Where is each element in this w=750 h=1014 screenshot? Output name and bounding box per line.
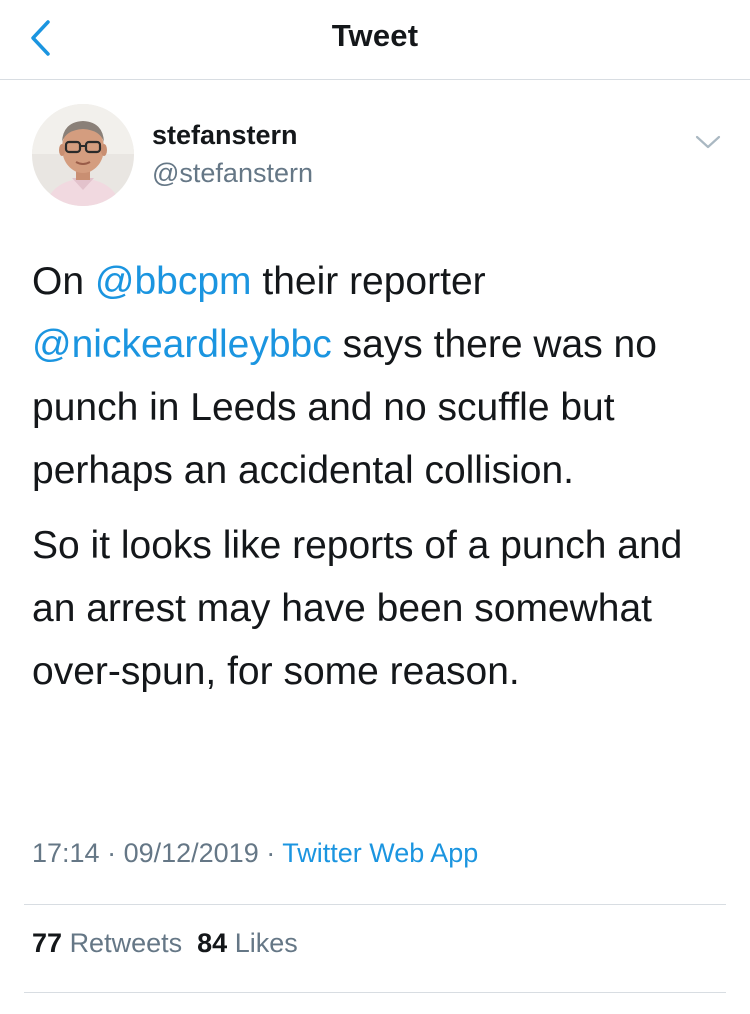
tweet-time: 17:14 [32, 838, 100, 868]
retweets-count: 77 [32, 928, 63, 958]
retweets-label: Retweets [69, 928, 183, 958]
mention-link[interactable]: @bbcpm [95, 260, 252, 303]
tweet-paragraph: So it looks like reports of a punch and … [32, 524, 683, 693]
likes-stat[interactable]: 84 Likes [197, 928, 298, 958]
page-title: Tweet [331, 18, 419, 53]
tweet-body: On @bbcpm their reporter @nickeardleybbc… [32, 250, 722, 703]
likes-count: 84 [197, 928, 228, 958]
divider [24, 904, 726, 905]
author-display-name[interactable]: stefanstern [152, 120, 298, 151]
meta-separator: · [99, 838, 124, 868]
likes-label: Likes [234, 928, 298, 958]
tweet-text-segment: On [32, 260, 95, 303]
tweet-text-segment: their reporter [251, 260, 486, 303]
tweet-paragraph: On @bbcpm their reporter @nickeardleybbc… [32, 250, 722, 502]
tweet-source-link[interactable]: Twitter Web App [282, 838, 478, 868]
tweet-stats: 77 Retweets 84 Likes [32, 928, 298, 959]
tweet-metadata: 17:14 · 09/12/2019 · Twitter Web App [32, 838, 478, 869]
meta-separator: · [258, 838, 283, 868]
chevron-down-icon [695, 135, 721, 149]
top-nav-bar: Tweet [0, 0, 750, 80]
tweet-options-button[interactable] [694, 128, 722, 156]
tweet-author: stefanstern @stefanstern [32, 104, 722, 208]
author-handle: @stefanstern [152, 158, 313, 188]
avatar[interactable] [32, 104, 134, 206]
avatar-image [32, 104, 134, 206]
retweets-stat[interactable]: 77 Retweets [32, 928, 182, 958]
divider [24, 992, 726, 993]
tweet-date: 09/12/2019 [123, 838, 259, 868]
mention-link[interactable]: @nickeardleybbc [32, 323, 332, 366]
